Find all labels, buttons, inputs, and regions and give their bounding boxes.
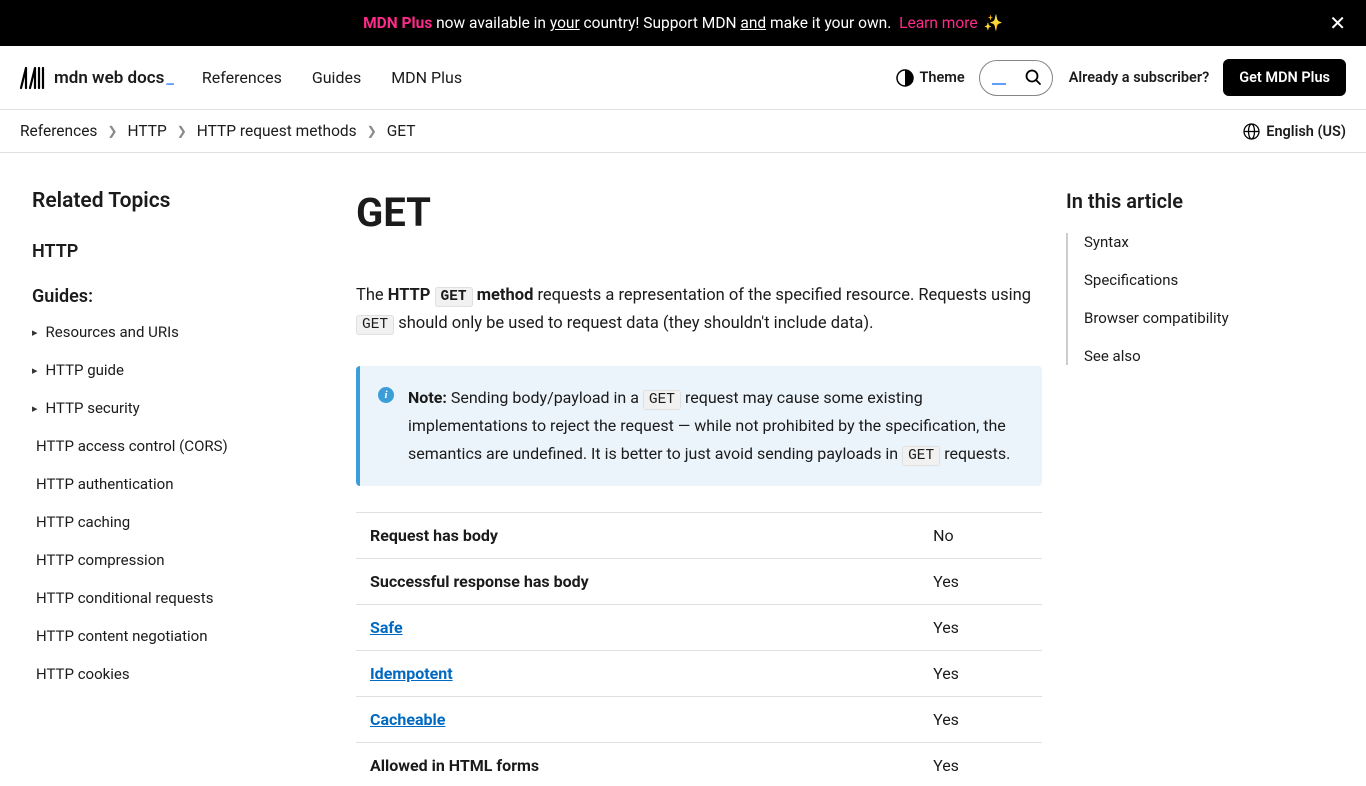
- info-icon: i: [378, 387, 394, 403]
- table-value: Yes: [919, 743, 1042, 786]
- chevron-right-icon: ❯: [367, 124, 377, 138]
- table-label: Cacheable: [356, 697, 919, 743]
- main-content: GET The HTTP GET method requests a repre…: [356, 189, 1042, 786]
- mdn-logo-icon: [20, 66, 46, 90]
- crumb-current: GET: [387, 122, 416, 140]
- theme-toggle[interactable]: Theme: [896, 69, 965, 87]
- sidebar-title: Related Topics: [32, 189, 332, 213]
- table-label: Idempotent: [356, 651, 919, 697]
- sidebar-guides-label: Guides:: [32, 286, 332, 307]
- toc-link[interactable]: Syntax: [1084, 233, 1129, 251]
- toc-link[interactable]: See also: [1084, 347, 1141, 365]
- table-value: Yes: [919, 605, 1042, 651]
- nav-mdnplus[interactable]: MDN Plus: [391, 68, 462, 87]
- toc-title: In this article: [1066, 189, 1346, 213]
- logo-link[interactable]: mdn web docs_: [20, 66, 174, 90]
- sidebar-link[interactable]: HTTP caching: [32, 513, 332, 531]
- sidebar-link[interactable]: HTTP conditional requests: [32, 589, 332, 607]
- sidebar-collapsible[interactable]: HTTP security: [32, 399, 332, 417]
- toc-link[interactable]: Browser compatibility: [1084, 309, 1229, 327]
- table-row: Request has bodyNo: [356, 513, 1042, 559]
- logo-text: mdn web docs: [54, 68, 164, 88]
- crumb-methods[interactable]: HTTP request methods: [197, 122, 357, 140]
- table-value: Yes: [919, 697, 1042, 743]
- table-row: Cacheable Yes: [356, 697, 1042, 743]
- close-icon[interactable]: ✕: [1329, 11, 1346, 35]
- table-row: Allowed in HTML formsYes: [356, 743, 1042, 786]
- logo-underscore: _: [166, 68, 174, 88]
- table-of-contents: In this article Syntax Specifications Br…: [1066, 189, 1346, 786]
- chevron-right-icon: ❯: [107, 124, 117, 138]
- sidebar-link[interactable]: HTTP compression: [32, 551, 332, 569]
- sidebar-collapsible[interactable]: HTTP guide: [32, 361, 332, 379]
- subscriber-link[interactable]: Already a subscriber?: [1069, 69, 1210, 86]
- sidebar-link[interactable]: HTTP content negotiation: [32, 627, 332, 645]
- table-label: Safe: [356, 605, 919, 651]
- sidebar-item-label[interactable]: HTTP security: [32, 399, 332, 417]
- table-label-link[interactable]: Safe: [370, 618, 403, 637]
- table-label-link[interactable]: Cacheable: [370, 710, 445, 729]
- table-value: Yes: [919, 651, 1042, 697]
- table-row: Successful response has bodyYes: [356, 559, 1042, 605]
- sidebar-collapsible[interactable]: Resources and URIs: [32, 323, 332, 341]
- language-selector[interactable]: English (US): [1243, 123, 1346, 140]
- page-title: GET: [356, 189, 1042, 236]
- crumb-http[interactable]: HTTP: [127, 122, 166, 140]
- globe-icon: [1243, 123, 1260, 140]
- table-value: No: [919, 513, 1042, 559]
- get-mdn-plus-button[interactable]: Get MDN Plus: [1223, 59, 1346, 96]
- banner-learn-more-link[interactable]: Learn more: [899, 14, 977, 32]
- nav-guides[interactable]: Guides: [312, 68, 361, 87]
- sidebar-link[interactable]: HTTP authentication: [32, 475, 332, 493]
- search-icon: [1025, 69, 1042, 86]
- sidebar-item-label[interactable]: HTTP guide: [32, 361, 332, 379]
- sidebar: Related Topics HTTP Guides: Resources an…: [32, 189, 332, 786]
- table-label: Request has body: [356, 513, 919, 559]
- sidebar-link[interactable]: HTTP access control (CORS): [32, 437, 332, 455]
- sidebar-item-label[interactable]: Resources and URIs: [32, 323, 332, 341]
- intro-paragraph: The HTTP GET method requests a represent…: [356, 282, 1042, 338]
- main-links: References Guides MDN Plus: [202, 68, 462, 87]
- theme-icon: [896, 69, 914, 87]
- search-input[interactable]: [979, 60, 1053, 96]
- top-nav: mdn web docs_ References Guides MDN Plus…: [0, 46, 1366, 110]
- table-value: Yes: [919, 559, 1042, 605]
- sidebar-link[interactable]: HTTP cookies: [32, 665, 332, 683]
- note-callout: i Note: Sending body/payload in a GET re…: [356, 366, 1042, 486]
- table-label: Successful response has body: [356, 559, 919, 605]
- breadcrumb: References ❯ HTTP ❯ HTTP request methods…: [0, 110, 1366, 153]
- table-row: Idempotent Yes: [356, 651, 1042, 697]
- sparkle-icon: ✨: [984, 14, 1003, 32]
- table-label-link[interactable]: Idempotent: [370, 664, 453, 683]
- sidebar-http-link[interactable]: HTTP: [32, 241, 332, 262]
- nav-references[interactable]: References: [202, 68, 282, 87]
- table-row: Safe Yes: [356, 605, 1042, 651]
- table-label: Allowed in HTML forms: [356, 743, 919, 786]
- toc-link[interactable]: Specifications: [1084, 271, 1178, 289]
- chevron-right-icon: ❯: [177, 124, 187, 138]
- crumb-references[interactable]: References: [20, 122, 97, 140]
- banner-mdnplus: MDN Plus: [363, 14, 432, 32]
- promo-banner: MDN Plus now available in your country! …: [0, 0, 1366, 46]
- properties-table: Request has bodyNoSuccessful response ha…: [356, 512, 1042, 786]
